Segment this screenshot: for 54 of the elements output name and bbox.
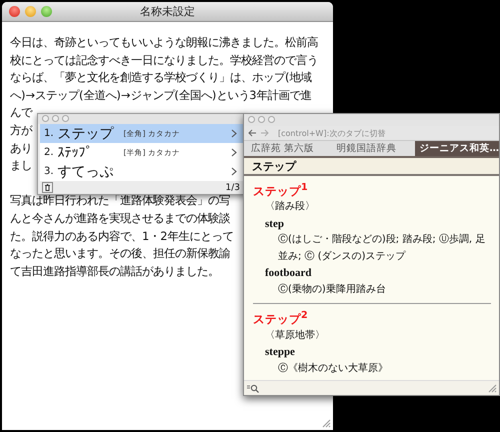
text-line: ならば、「夢と文化を創造する学校づくり」は、ホップ(地域 [10,70,312,84]
text-line: 今日は、奇跡といってもいいような朗報に沸きました。松前高 [10,35,318,49]
minimize-button[interactable] [25,6,36,17]
search-term: ステップ [252,158,296,174]
dictionary-tab[interactable]: 明鏡国語辞典 [329,141,414,156]
text-line: 校にとっては記念すべき一日になりました。学校経営ので言う [10,52,318,67]
dictionary-tab[interactable]: ジーニアス和英… [414,141,499,156]
definition: Ⓒ(乗物の)乗降用踏み台 [278,284,386,295]
definition: Ⓒ《樹木のない大草原》 [278,362,388,374]
english-word: footboard [265,267,312,280]
zoom-button[interactable] [268,116,275,123]
candidate-text: ステップ [58,124,115,142]
english-word: step [265,218,284,230]
gloss: 〈草原地帯〉 [265,330,325,341]
candidate-number: 1. [44,128,54,139]
chevron-icon [231,167,237,176]
resize-grip-icon[interactable] [488,384,497,392]
forward-arrow-icon[interactable] [260,129,269,137]
text-line: た。説得力のある内容で、1・2年生にとって [10,228,234,243]
close-button[interactable] [9,6,20,17]
text-line: なったと思います。その後、担任の新保教諭 [10,246,230,260]
resize-grip-icon[interactable] [322,419,331,428]
text-line: んで [10,105,32,120]
chevron-icon [231,129,237,138]
candidate-text: ｽﾃｯﾌﾟ [58,144,94,160]
back-arrow-icon[interactable] [248,129,257,137]
page-counter: 1/3 [226,182,240,192]
english-word: steppe [265,346,295,358]
text-line: んと今さんが進路を実現させるまでの体験談 [10,210,230,225]
definition: Ⓒ(はしご・階段などの)段; 踏み段; Ⓤ歩調, 足並み; Ⓒ (ダンスの)ステップ [278,234,486,262]
dictionary-tab[interactable]: 広辞苑 第六版 [244,141,330,156]
close-button[interactable] [42,115,49,122]
gloss: 〈踏み段〉 [265,201,315,212]
search-icon[interactable] [247,384,259,392]
headword: ステップ$^{1}$ [253,184,308,198]
candidate-text: すてっぷ [58,162,115,180]
window-title: 名称未設定 [140,4,195,19]
text-line: 方が [10,122,32,137]
zoom-button[interactable] [41,6,52,17]
text-line: まし [10,158,32,172]
minimize-button[interactable] [52,115,59,122]
candidate-item[interactable]: 3. すてっぷ [40,162,243,181]
minimize-button[interactable] [258,116,265,123]
zoom-button[interactable] [62,115,69,122]
headword: ステップ$^{2}$ [253,312,308,326]
candidate-number: 3. [44,166,54,177]
shortcut-hint: [control+W]:次のタブに切替 [278,128,386,138]
text-line: へ)→ステップ(全道へ)→ジャンプ(全国へ)という3年計画で進 [10,88,312,102]
text-line: て吉田進路指導部長の講話がありました。 [10,264,219,278]
text-line: あり [10,140,32,155]
candidate-number: 2. [44,147,54,158]
chevron-icon [231,148,237,157]
close-button[interactable] [248,116,255,123]
trash-icon[interactable] [42,182,53,193]
